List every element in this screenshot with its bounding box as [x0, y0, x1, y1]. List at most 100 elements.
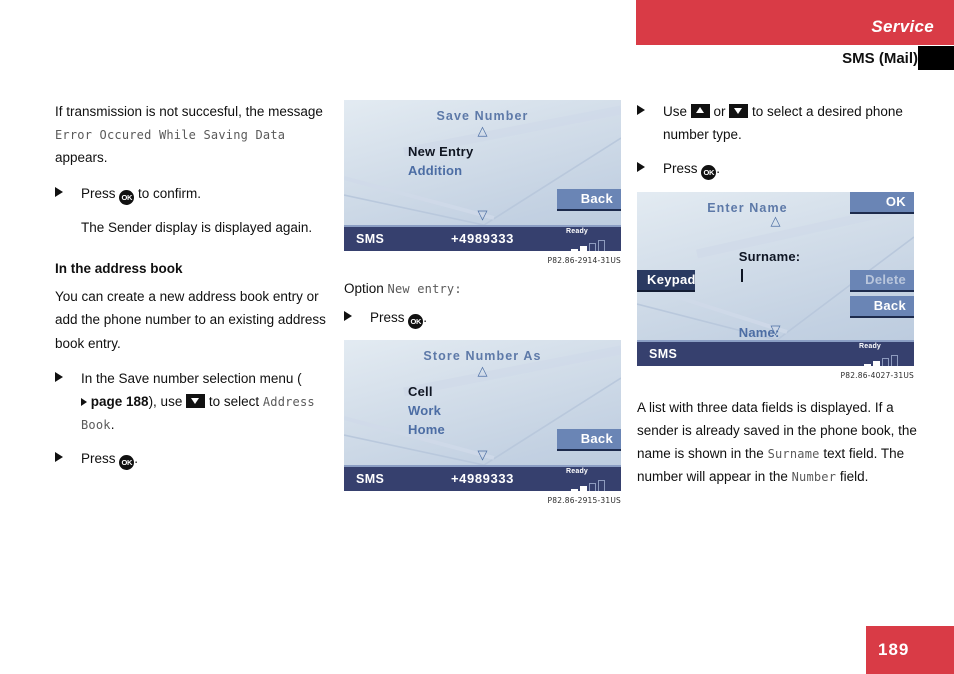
arrow-up-icon: [690, 104, 710, 118]
display-screen-area: Store Number As △ Cell Work Home ▽ Back: [344, 340, 621, 466]
column-left: If transmission is not succesful, the me…: [55, 100, 330, 482]
manual-page: Service SMS (Mail) 189 If transmission i…: [0, 0, 954, 674]
figure-caption-1: P82.86-2914-31US: [547, 256, 621, 265]
bullet-text-post: to select: [205, 393, 263, 409]
header-red-bar: Service: [636, 0, 954, 45]
display-keypad-button[interactable]: Keypad: [637, 269, 695, 292]
bullet-text-pre: Press: [663, 161, 702, 177]
display-screen-area: Save Number △ New Entry Addition ▽ Back: [344, 100, 621, 225]
scroll-down-arrow-icon[interactable]: ▽: [476, 448, 489, 461]
column-right: Use or to select a desired phone number …: [637, 100, 922, 501]
intro-text-1: If transmission is not succesful, the me…: [55, 104, 323, 119]
arrow-down-icon: [729, 104, 749, 118]
bullet-triangle-icon: [55, 371, 63, 382]
signal-strength-icon: Ready: [560, 468, 612, 492]
bullet-press-ok-confirm: Press OK to confirm.: [55, 182, 330, 205]
intro-text-2: appears.: [55, 150, 108, 166]
display-delete-button[interactable]: Delete: [850, 269, 914, 292]
page-number-tab: 189: [866, 626, 954, 674]
header-subsection-label: SMS (Mail): [842, 50, 918, 67]
scroll-down-arrow-icon[interactable]: ▽: [769, 323, 782, 336]
scroll-down-arrow-icon[interactable]: ▽: [476, 208, 489, 221]
bullet-triangle-icon: [637, 105, 645, 115]
signal-bars: [562, 480, 605, 492]
menu-item-new-entry[interactable]: New Entry: [408, 142, 473, 161]
header-section-label: Service: [871, 17, 934, 36]
menu-item-home[interactable]: Home: [408, 420, 445, 439]
menu-item-cell[interactable]: Cell: [408, 382, 445, 401]
scroll-up-arrow-icon[interactable]: △: [476, 124, 489, 137]
bullet-select-address-book: In the Save number selection menu ( page…: [55, 367, 330, 437]
signal-ready-label: Ready: [859, 342, 882, 350]
heading-in-the-address-book: In the address book: [55, 261, 183, 277]
bullet-triangle-icon: [344, 311, 352, 321]
bullet-triangle-icon: [637, 162, 645, 173]
bullet-text-pre: Press: [370, 310, 409, 325]
page-reference-label: page 188: [90, 393, 149, 409]
arrow-down-icon: [186, 393, 206, 408]
header-black-marker: [918, 46, 954, 70]
bullet-text-pre: Use: [663, 104, 691, 119]
page-ref-triangle-icon: [81, 397, 87, 406]
scroll-up-arrow-icon[interactable]: △: [769, 214, 782, 227]
bullet-use-arrows: Use or to select a desired phone number …: [637, 100, 922, 146]
bullet-press-ok: Press OK.: [55, 447, 330, 471]
intro-error-message: Error Occured While Saving Data: [55, 128, 286, 143]
signal-ready-label: Ready: [566, 228, 589, 235]
bullet-text-pre: Press: [81, 185, 120, 201]
display-store-number-as: Store Number As △ Cell Work Home ▽ Back …: [344, 340, 621, 492]
bullet-text-post: to confirm.: [134, 185, 202, 201]
signal-ready-label: Ready: [566, 468, 589, 476]
ok-button-icon: OK: [701, 165, 717, 181]
display-screen-area: Enter Name △ Surname: Name: Number: +498…: [637, 191, 914, 340]
option-new-entry-line: Option New entry:: [344, 281, 629, 296]
paragraph-text-post: field.: [836, 469, 869, 485]
paragraph-data-fields: A list with three data fields is display…: [637, 396, 922, 489]
field-name-surname: Surname: [767, 447, 820, 462]
page-number: 189: [878, 640, 910, 659]
field-name-number: Number: [791, 470, 837, 485]
bullet-text-post: .: [716, 161, 721, 177]
figure-caption-2: P82.86-2915-31US: [547, 496, 621, 506]
intro-paragraph: If transmission is not succesful, the me…: [55, 100, 330, 170]
display-status-bar: SMS +4989333 Ready: [344, 225, 621, 251]
ok-button-icon: OK: [119, 455, 135, 471]
display-menu-list: New Entry Addition: [408, 142, 473, 180]
bullet-text-end: .: [110, 417, 115, 433]
display-status-bar: SMS Ready: [637, 339, 914, 366]
display-menu-list: Cell Work Home: [408, 382, 445, 439]
ok-button-icon: OK: [408, 314, 424, 329]
signal-bars: [562, 240, 605, 251]
display-ok-button[interactable]: OK: [850, 191, 914, 214]
bullet-text-pre: Press: [81, 451, 120, 467]
option-text-pre: Option: [344, 281, 388, 296]
bullet-text-post: .: [423, 310, 428, 325]
page-reference: page 188: [81, 390, 149, 413]
text-cursor-icon: [740, 268, 743, 282]
sender-display-note: The Sender display is displayed again.: [81, 219, 313, 235]
display-back-button[interactable]: Back: [557, 189, 621, 211]
ok-button-icon: OK: [119, 189, 135, 205]
bullet-text-post: .: [134, 451, 139, 467]
signal-strength-icon: Ready: [853, 343, 905, 366]
menu-item-work[interactable]: Work: [408, 401, 445, 420]
display-save-number: Save Number △ New Entry Addition ▽ Back …: [344, 100, 621, 251]
bullet-text-mid: or: [709, 104, 730, 119]
bullet-text-pre: In the Save number selection menu (: [81, 370, 302, 386]
display-back-button[interactable]: Back: [850, 295, 914, 318]
column-middle: Save Number △ New Entry Addition ▽ Back …: [344, 100, 629, 505]
field-row-surname[interactable]: Surname:: [693, 228, 800, 304]
signal-bars: [855, 354, 898, 366]
scroll-up-arrow-icon[interactable]: △: [476, 364, 489, 377]
menu-item-addition[interactable]: Addition: [408, 161, 473, 180]
bullet-press-ok-right: Press OK.: [637, 157, 922, 181]
field-label-surname: Surname:: [738, 248, 801, 264]
option-text-post: :: [454, 282, 462, 296]
option-value: New entry: [387, 282, 455, 296]
paragraph-address-book: You can create a new address book entry …: [55, 289, 326, 351]
status-mode-label: SMS: [649, 346, 678, 361]
signal-strength-icon: Ready: [560, 228, 612, 251]
display-back-button[interactable]: Back: [557, 429, 621, 452]
bullet-press-ok-middle: Press OK.: [344, 306, 629, 329]
figure-caption-3: P82.86-4027-31US: [840, 370, 914, 380]
